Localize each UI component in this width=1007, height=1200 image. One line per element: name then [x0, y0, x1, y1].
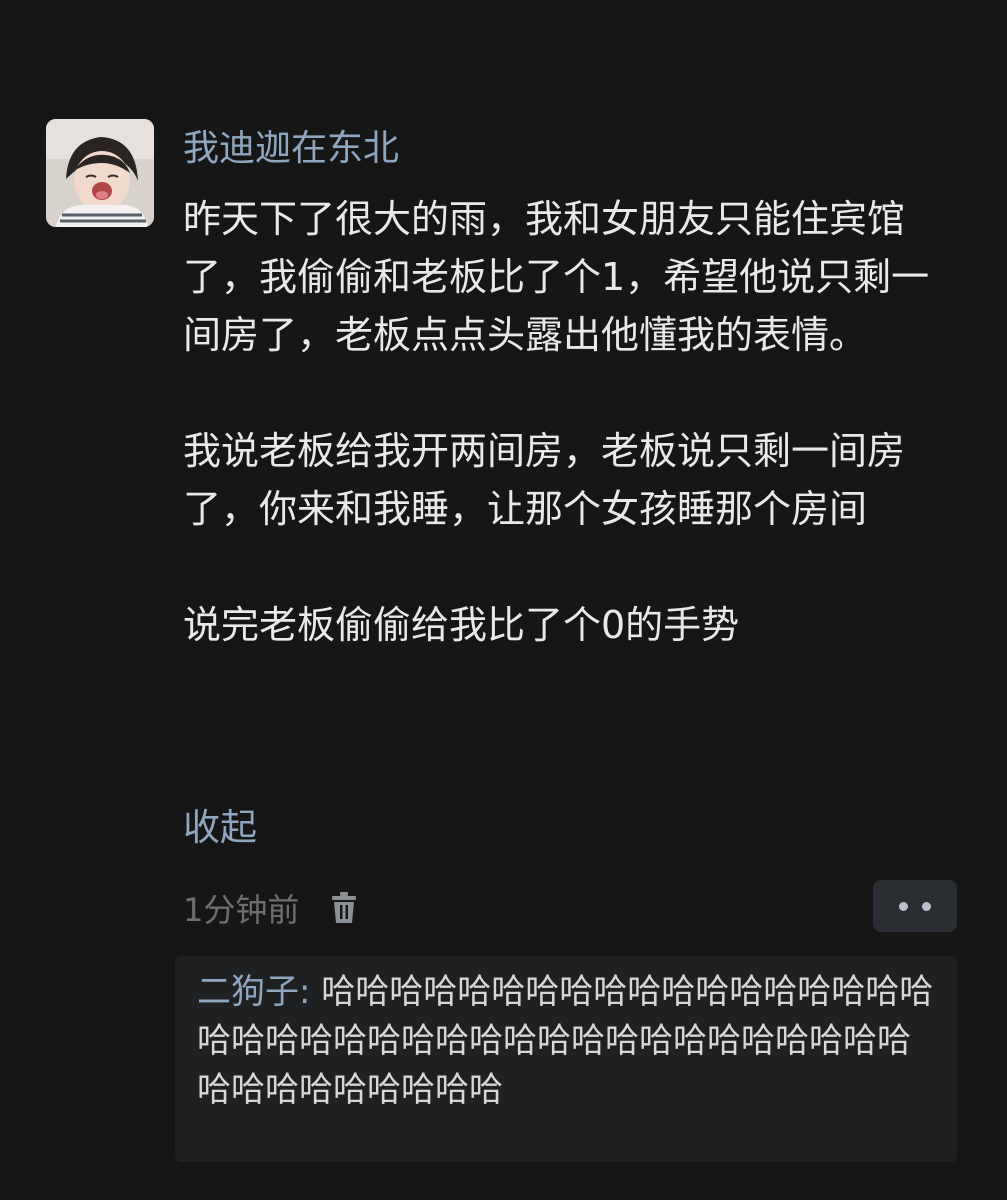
reply-content: 二狗子: 哈哈哈哈哈哈哈哈哈哈哈哈哈哈哈哈哈哈哈哈哈哈哈哈哈哈哈哈哈哈哈哈哈哈哈… — [197, 968, 937, 1115]
collapse-button[interactable]: 收起 — [183, 800, 257, 856]
more-options-button[interactable] — [873, 880, 957, 932]
trash-icon — [332, 892, 357, 923]
post-paragraph: 说完老板偷偷给我比了个0的手势 — [183, 603, 740, 647]
reply-preview[interactable]: 二狗子: 哈哈哈哈哈哈哈哈哈哈哈哈哈哈哈哈哈哈哈哈哈哈哈哈哈哈哈哈哈哈哈哈哈哈哈… — [175, 956, 957, 1162]
reply-separator: : — [299, 972, 322, 1012]
post-paragraph: 我说老板给我开两间房，老板说只剩一间房了，你来和我睡，让那个女孩睡那个房间 — [183, 429, 906, 531]
post-paragraph: 昨天下了很大的雨，我和女朋友只能住宾馆了，我偷偷和老板比了个1，希望他说只剩一间… — [183, 197, 930, 357]
reply-author[interactable]: 二狗子 — [197, 972, 299, 1012]
more-dots-icon — [922, 901, 931, 911]
delete-button[interactable] — [327, 888, 361, 928]
post-body: 昨天下了很大的雨，我和女朋友只能住宾馆了，我偷偷和老板比了个1，希望他说只剩一间… — [183, 190, 963, 654]
avatar[interactable] — [46, 119, 154, 227]
timestamp: 1分钟前 — [183, 891, 300, 929]
avatar-image — [46, 119, 154, 227]
username-link[interactable]: 我迪迦在东北 — [183, 124, 399, 174]
post-meta-row: 1分钟前 — [183, 882, 361, 934]
more-dots-icon — [899, 901, 908, 911]
comment-post: 我迪迦在东北 昨天下了很大的雨，我和女朋友只能住宾馆了，我偷偷和老板比了个1，希… — [0, 0, 1007, 1200]
